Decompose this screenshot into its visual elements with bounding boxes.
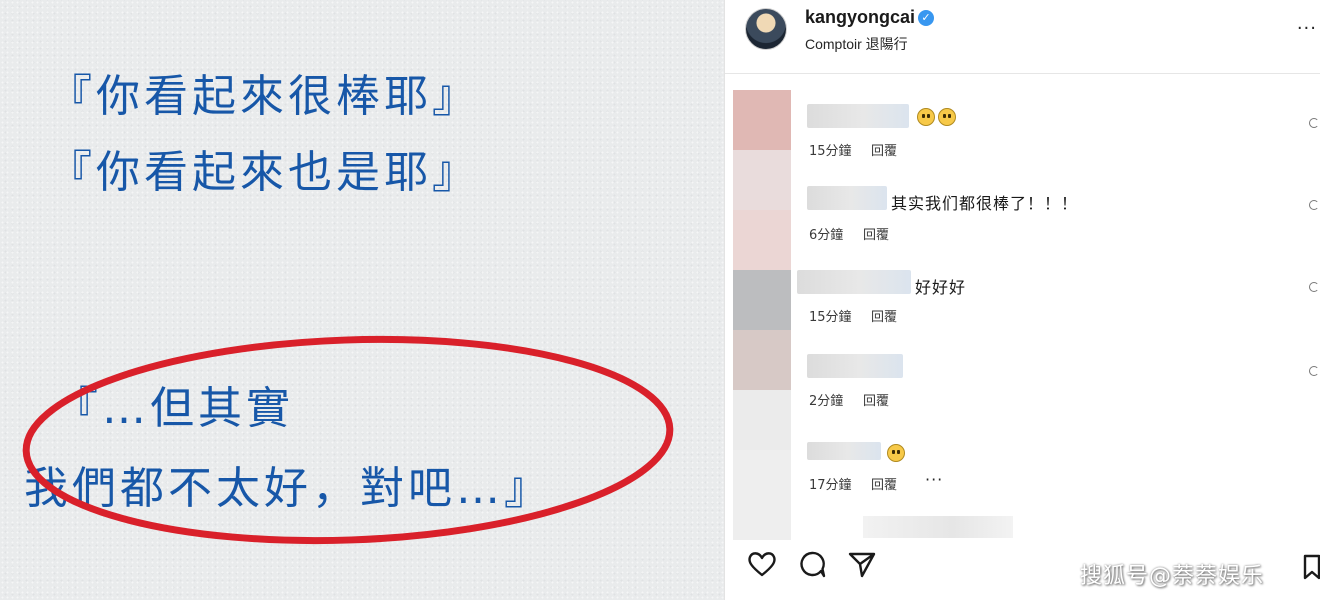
verified-badge-icon: ✓ <box>918 10 934 26</box>
crying-emoji-icon <box>917 107 935 126</box>
like-comment-icon[interactable] <box>1309 282 1319 292</box>
more-options-icon[interactable]: ··· <box>1297 18 1317 39</box>
comment-item: 17分鐘 回覆 ··· <box>725 436 1320 516</box>
comment-text: 其实我们都很棒了！！！ <box>891 194 1079 213</box>
emoji-single <box>887 442 908 462</box>
comment-text: 好好好 <box>915 278 967 297</box>
reply-button[interactable]: 回覆 <box>863 224 889 243</box>
smile-emoji-icon <box>887 443 905 462</box>
like-comment-icon[interactable] <box>1309 366 1319 376</box>
comment-icon[interactable] <box>797 550 827 578</box>
comment-item: 2分鐘 回覆 <box>725 350 1320 430</box>
location-label[interactable]: Comptoir 退陽行 <box>805 34 908 54</box>
watermark: 搜狐号@萘萘娱乐 <box>1080 564 1265 589</box>
blurred-username <box>807 186 887 210</box>
comment-time: 15分鐘 <box>809 144 852 159</box>
blurred-username <box>807 442 881 460</box>
crying-emoji-icon <box>938 107 956 126</box>
comment-item: 好好好 15分鐘 回覆 <box>725 266 1320 346</box>
post-header: kangyongcai ✓ Comptoir 退陽行 ··· <box>725 0 1320 74</box>
like-comment-icon[interactable] <box>1309 200 1319 210</box>
reply-button[interactable]: 回覆 <box>863 390 889 409</box>
blurred-comment <box>863 516 1013 538</box>
blurred-username <box>797 270 911 294</box>
action-bar: 搜狐号@萘萘娱乐 <box>725 540 1320 600</box>
post-image: 『你看起來很棒耶』 『你看起來也是耶』 『…但其實 我們都不太好，對吧…』 <box>0 0 724 600</box>
comment-more-icon[interactable]: ··· <box>925 470 943 489</box>
comment-time: 2分鐘 <box>809 394 844 409</box>
emoji-pair <box>917 106 959 126</box>
post-panel: kangyongcai ✓ Comptoir 退陽行 ··· 15分鐘 回覆 其… <box>724 0 1320 600</box>
comment-item: 其实我们都很棒了！！！ 6分鐘 回覆 <box>725 182 1320 262</box>
comment-time: 15分鐘 <box>809 310 852 325</box>
reply-button[interactable]: 回覆 <box>871 140 897 159</box>
blurred-username <box>807 354 903 378</box>
comment-time: 6分鐘 <box>809 228 844 243</box>
like-comment-icon[interactable] <box>1309 118 1319 128</box>
reply-button[interactable]: 回覆 <box>871 474 897 493</box>
share-icon[interactable] <box>847 550 877 578</box>
username[interactable]: kangyongcai <box>805 7 915 28</box>
reply-button[interactable]: 回覆 <box>871 306 897 325</box>
comment-item: 15分鐘 回覆 <box>725 98 1320 178</box>
heart-icon[interactable] <box>747 550 777 578</box>
avatar[interactable] <box>745 8 787 50</box>
blurred-username <box>807 104 909 128</box>
comment-time: 17分鐘 <box>809 478 852 493</box>
bookmark-icon[interactable] <box>1303 554 1320 580</box>
red-highlight-ellipse <box>22 335 674 545</box>
